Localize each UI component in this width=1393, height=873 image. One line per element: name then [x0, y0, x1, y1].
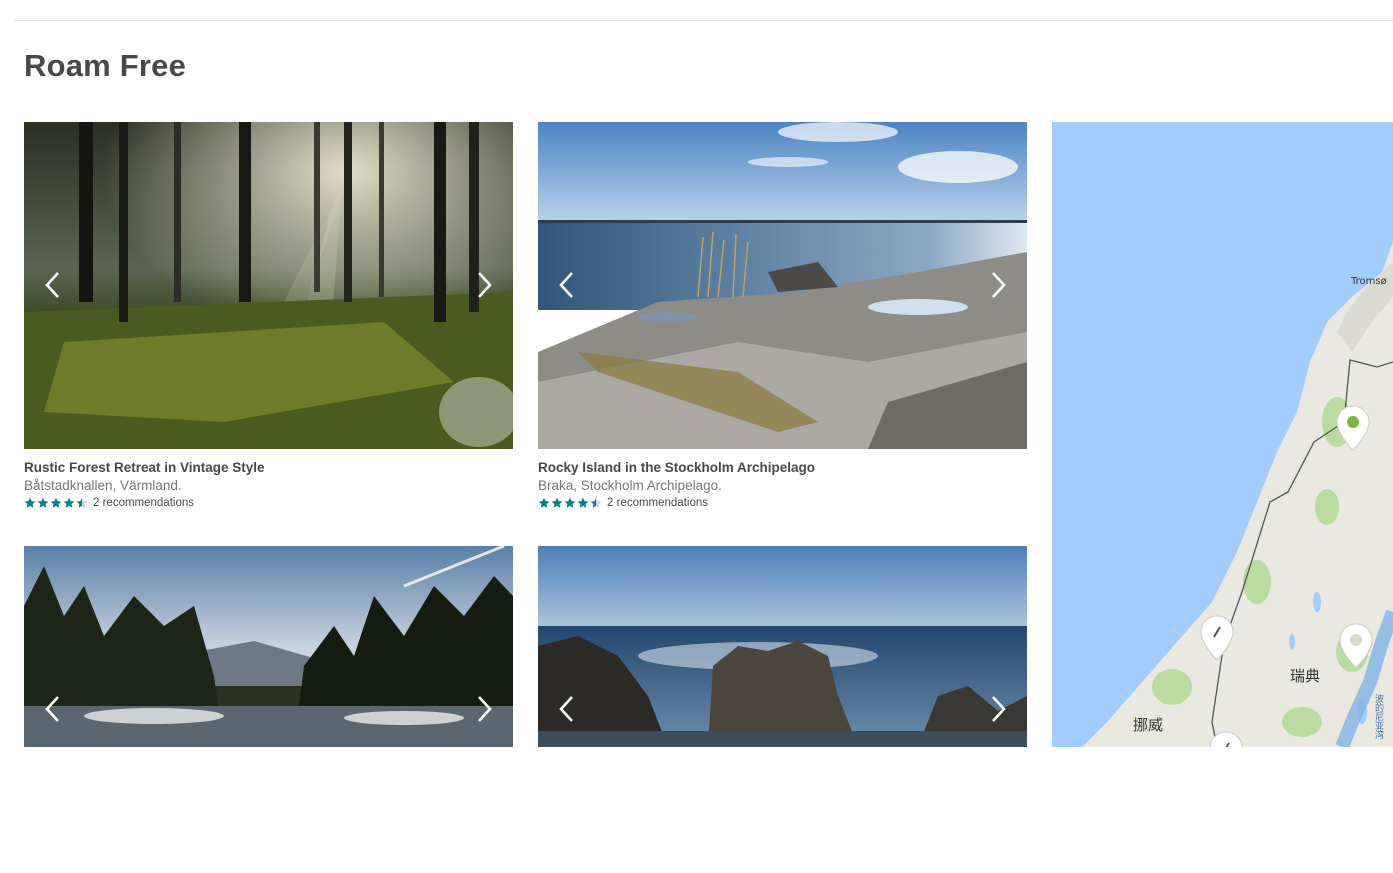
chevron-left-icon: [559, 696, 573, 722]
listing-location: Båtstadknallen, Värmland.: [24, 478, 182, 493]
listings-map[interactable]: Tromsø 瑞典 挪威 波的尼亚湾: [1052, 122, 1393, 747]
map-label-tromso: Tromsø: [1351, 276, 1387, 287]
chevron-right-icon: [992, 272, 1006, 298]
listing-title[interactable]: Rocky Island in the Stockholm Archipelag…: [538, 459, 1027, 476]
sea-rocks-photo: [538, 546, 1027, 747]
map-pin-icon[interactable]: [1335, 404, 1371, 454]
listing-photo-forest[interactable]: [24, 122, 513, 449]
listing-photo-lake[interactable]: [24, 546, 513, 873]
star-icon: [50, 497, 62, 508]
listing-card[interactable]: [24, 546, 513, 873]
top-divider: [14, 20, 1393, 21]
chevron-left-icon: [45, 272, 59, 298]
map-label-sweden: 瑞典: [1290, 667, 1321, 685]
map-label-norway: 挪威: [1133, 716, 1164, 734]
chevron-left-icon: [559, 272, 573, 298]
next-photo-button[interactable]: [471, 694, 497, 724]
star-icon: [564, 497, 576, 508]
listing-photo-sea-rocks[interactable]: [538, 546, 1027, 873]
chevron-left-icon: [45, 696, 59, 722]
listing-card[interactable]: Rocky Island in the Stockholm Archipelag…: [538, 122, 1027, 509]
map-pin-icon[interactable]: [1199, 614, 1235, 664]
listing-card[interactable]: [538, 546, 1027, 873]
star-rating: [538, 497, 603, 509]
star-icon: [590, 497, 602, 508]
recommendations-count: 2 recommendations: [93, 497, 194, 509]
prev-photo-button[interactable]: [40, 270, 66, 300]
map-label-gulf: 波的尼亚湾: [1373, 694, 1383, 739]
next-photo-button[interactable]: [985, 270, 1011, 300]
listing-rating: 2 recommendations: [24, 497, 513, 509]
chevron-right-icon: [478, 272, 492, 298]
star-icon: [76, 497, 88, 508]
forest-photo: [24, 122, 513, 449]
prev-photo-button[interactable]: [40, 694, 66, 724]
star-icon: [24, 497, 36, 508]
star-icon: [577, 497, 589, 508]
archipelago-photo: [538, 122, 1027, 449]
lake-forest-photo: [24, 546, 513, 747]
next-photo-button[interactable]: [471, 270, 497, 300]
prev-photo-button[interactable]: [554, 270, 580, 300]
star-icon: [551, 497, 563, 508]
map-pin-icon[interactable]: [1338, 622, 1374, 672]
recommendations-count: 2 recommendations: [607, 497, 708, 509]
prev-photo-button[interactable]: [554, 694, 580, 724]
map-pin-icon[interactable]: [1208, 730, 1244, 747]
star-icon: [538, 497, 550, 508]
chevron-right-icon: [478, 696, 492, 722]
listing-location: Braka, Stockholm Archipelago.: [538, 478, 722, 493]
star-icon: [63, 497, 75, 508]
listing-title[interactable]: Rustic Forest Retreat in Vintage Style: [24, 459, 513, 476]
listing-rating: 2 recommendations: [538, 497, 1027, 509]
chevron-right-icon: [992, 696, 1006, 722]
star-rating: [24, 497, 89, 509]
listing-photo-archipelago[interactable]: [538, 122, 1027, 449]
listing-card[interactable]: Rustic Forest Retreat in Vintage Style B…: [24, 122, 513, 509]
next-photo-button[interactable]: [985, 694, 1011, 724]
star-icon: [37, 497, 49, 508]
page-title: Roam Free: [24, 48, 187, 83]
